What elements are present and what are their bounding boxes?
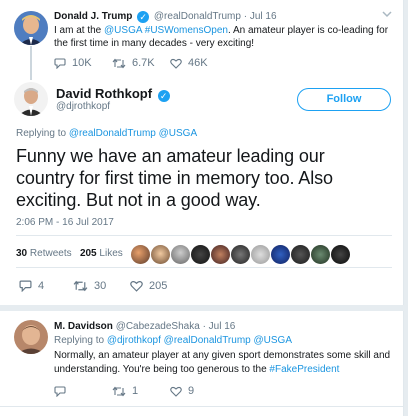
divider — [16, 267, 392, 268]
thread-connector-line — [30, 46, 32, 80]
likes-count: 205 — [79, 248, 97, 259]
liker-avatar[interactable] — [251, 245, 270, 264]
retweet-button[interactable]: 1 — [112, 385, 170, 397]
tweet-conversation-panel: Donald J. Trump ✓ @realDonaldTrump · Jul… — [0, 0, 404, 416]
mention-link[interactable]: @USGA — [254, 335, 293, 346]
text-line: country for first time in memory too. Al… — [16, 168, 333, 188]
liker-avatar[interactable] — [231, 245, 250, 264]
liker-avatars — [131, 245, 351, 264]
text-line: exciting. But not in a good way. — [16, 190, 261, 210]
parent-tweet-header: Donald J. Trump ✓ @realDonaldTrump · Jul… — [54, 11, 277, 23]
heart-icon — [130, 281, 143, 292]
parent-tweet-date[interactable]: · Jul 16 — [244, 11, 277, 22]
retweet-icon — [73, 280, 88, 292]
retweet-icon — [112, 386, 126, 396]
reply-author-name[interactable]: M. Davidson — [54, 321, 113, 332]
replying-prefix: Replying to — [16, 128, 69, 139]
scrollbar-track[interactable] — [404, 0, 408, 416]
retweets-stat[interactable]: 30 Retweets — [16, 248, 72, 259]
reply-tweet-date[interactable]: · Jul 16 — [203, 321, 236, 332]
rothkopf-avatar[interactable] — [14, 82, 48, 116]
main-tweet-actions: 4 30 205 — [19, 280, 190, 292]
likes-stat[interactable]: 205 Likes — [80, 248, 123, 259]
verified-badge-icon: ✓ — [137, 11, 150, 23]
retweets-label: Retweets — [29, 248, 72, 259]
reply-count: 4 — [38, 280, 45, 292]
divider — [0, 305, 404, 311]
chevron-down-icon[interactable] — [382, 10, 392, 18]
retweet-button[interactable]: 6.7K — [112, 57, 170, 69]
reply-button[interactable]: 10K — [54, 57, 112, 69]
like-count: 205 — [149, 280, 168, 292]
liker-avatar[interactable] — [291, 245, 310, 264]
main-author-handle[interactable]: @djrothkopf — [56, 101, 110, 112]
replying-prefix: Replying to — [54, 335, 107, 346]
parent-tweet-text: I am at the @USGA #USWomensOpen. An amat… — [54, 24, 394, 50]
text-segment: . An amateur player is co-leading for — [227, 25, 389, 36]
main-tweet-text: Funny we have an amateur leading our cou… — [16, 145, 333, 211]
parent-tweet-actions: 10K 6.7K 46K — [54, 57, 228, 69]
like-count: 46K — [188, 57, 208, 69]
retweets-count: 30 — [16, 248, 28, 259]
reply-replying-to: Replying to @djrothkopf @realDonaldTrump… — [54, 335, 292, 346]
liker-avatar[interactable] — [331, 245, 350, 264]
like-button[interactable]: 205 — [130, 280, 190, 292]
reply-icon — [19, 280, 32, 292]
heart-icon — [170, 386, 182, 397]
like-button[interactable]: 46K — [170, 57, 228, 69]
main-replying-to: Replying to @realDonaldTrump @USGA — [16, 128, 197, 139]
engagement-stats: 30 Retweets 205 Likes — [16, 248, 123, 259]
mention-link[interactable]: @djrothkopf — [107, 335, 161, 346]
trump-avatar[interactable] — [14, 11, 48, 45]
liker-avatar[interactable] — [151, 245, 170, 264]
reply-button[interactable] — [54, 385, 112, 397]
reply-tweet-actions: 1 9 — [54, 385, 228, 397]
main-tweet-author: David Rothkopf ✓ — [56, 86, 172, 102]
divider — [0, 406, 404, 407]
reply-author-handle[interactable]: @CabezadeShaka — [116, 321, 200, 332]
reply-icon — [54, 385, 66, 397]
heart-icon — [170, 58, 182, 69]
retweet-count: 30 — [94, 280, 107, 292]
text-line: the first time in many decades - very ex… — [54, 38, 255, 49]
text-line: Funny we have an amateur leading our — [16, 146, 325, 166]
divider — [16, 235, 392, 236]
retweet-icon — [112, 58, 126, 68]
parent-author-name[interactable]: Donald J. Trump — [54, 11, 132, 22]
hashtag-link[interactable]: #FakePresident — [269, 364, 339, 375]
davidson-avatar[interactable] — [14, 320, 48, 354]
liker-avatar[interactable] — [171, 245, 190, 264]
retweet-count: 6.7K — [132, 57, 155, 69]
main-author-name[interactable]: David Rothkopf — [56, 86, 152, 101]
verified-badge-icon: ✓ — [157, 90, 170, 102]
liker-avatar[interactable] — [271, 245, 290, 264]
like-count: 9 — [188, 385, 195, 397]
text-line: Normally, an amateur player at any given… — [54, 350, 391, 361]
liker-avatar[interactable] — [211, 245, 230, 264]
reply-icon — [54, 57, 66, 69]
follow-button[interactable]: Follow — [297, 88, 391, 111]
liker-avatar[interactable] — [191, 245, 210, 264]
hashtag-link[interactable]: #USWomensOpen — [145, 25, 228, 36]
text-segment: understanding. You're being too generous… — [54, 364, 270, 375]
reply-tweet-header: M. Davidson @CabezadeShaka · Jul 16 — [54, 321, 235, 332]
parent-author-handle[interactable]: @realDonaldTrump — [154, 11, 241, 22]
mention-link[interactable]: @USGA — [159, 128, 198, 139]
mention-link[interactable]: @realDonaldTrump — [69, 128, 156, 139]
retweet-button[interactable]: 30 — [73, 280, 130, 292]
main-tweet-timestamp[interactable]: 2:06 PM - 16 Jul 2017 — [16, 217, 114, 228]
likes-label: Likes — [99, 248, 123, 259]
reply-button[interactable]: 4 — [19, 280, 73, 292]
text-segment: I am at the — [54, 25, 105, 36]
mention-link[interactable]: @realDonaldTrump — [164, 335, 251, 346]
liker-avatar[interactable] — [311, 245, 330, 264]
like-button[interactable]: 9 — [170, 385, 228, 397]
liker-avatar[interactable] — [131, 245, 150, 264]
reply-count: 10K — [72, 57, 92, 69]
retweet-count: 1 — [132, 385, 139, 397]
reply-tweet-text: Normally, an amateur player at any given… — [54, 349, 390, 377]
mention-usga-link[interactable]: @USGA — [104, 25, 142, 36]
